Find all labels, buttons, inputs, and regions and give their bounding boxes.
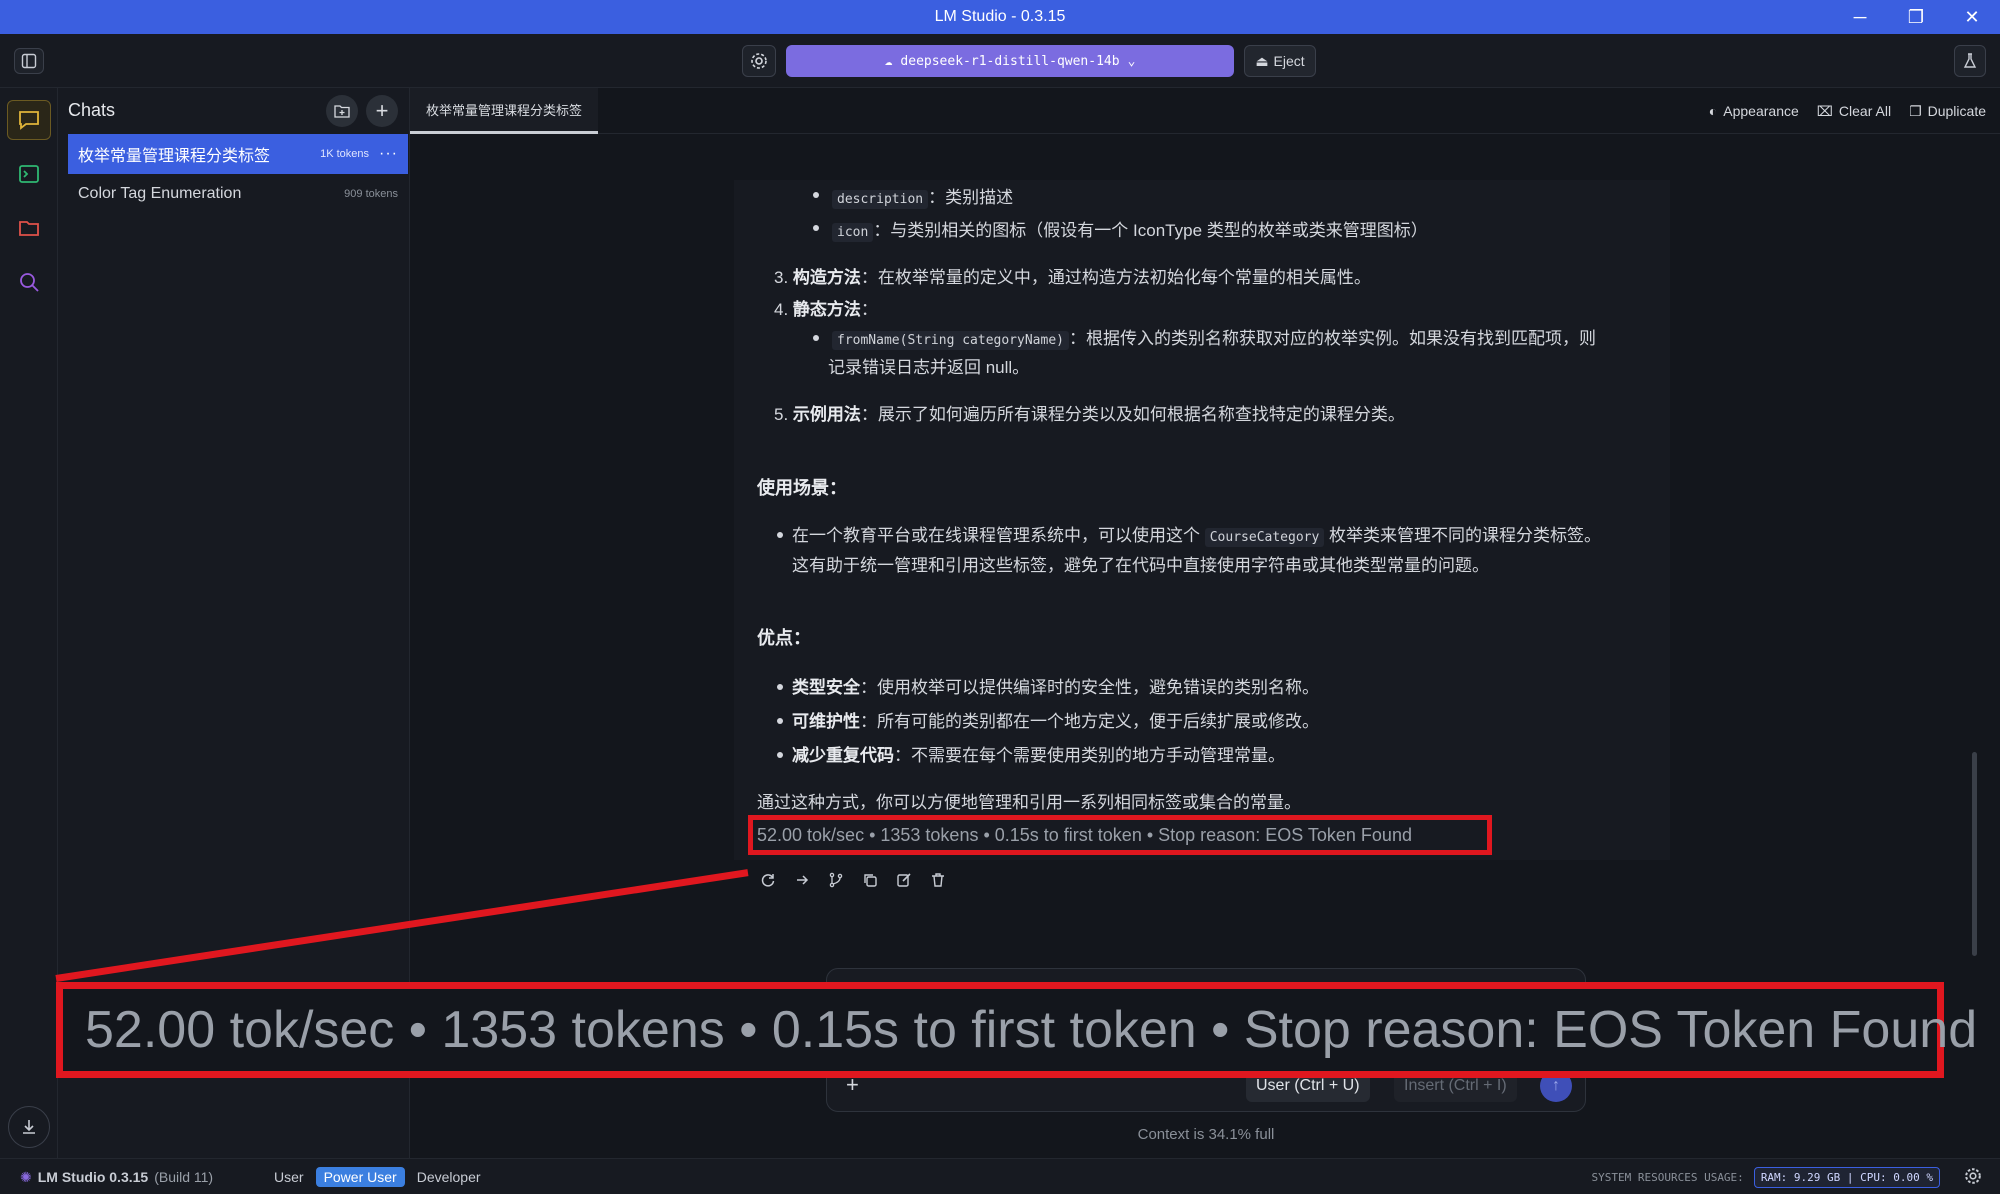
bullet: [777, 718, 783, 724]
bullet: [777, 684, 783, 690]
list-item: icon ：与类别相关的图标（假设有一个 IconType 类型的枚举或类来管理图…: [832, 216, 1428, 242]
appearance-button[interactable]: ◐ Appearance: [1709, 103, 1799, 119]
model-cloud-icon: ☁: [884, 53, 893, 69]
regenerate-icon[interactable]: [758, 870, 778, 890]
chat-item-tokens: 1K tokens: [320, 148, 370, 160]
settings-gear-icon[interactable]: [1964, 1167, 1982, 1188]
eject-button[interactable]: ⏏ Eject: [1244, 45, 1316, 77]
bullet: [813, 335, 819, 341]
list-item: 类型安全：使用枚举可以提供编译时的安全性，避免错误的类别名称。: [792, 678, 1319, 697]
list-item: fromName(String categoryName) ：根据传入的类别名称获…: [832, 324, 1596, 350]
chat-list-item[interactable]: Color Tag Enumeration 909 tokens: [68, 174, 408, 214]
chat-item-tokens: 909 tokens: [344, 188, 398, 200]
mode-power-user[interactable]: Power User: [315, 1167, 405, 1187]
list-item: 减少重复代码：不需要在每个需要使用类别的地方手动管理常量。: [792, 746, 1285, 765]
new-chat-button[interactable]: +: [366, 95, 398, 127]
chat-icon[interactable]: [7, 100, 51, 140]
tab-bar: 枚举常量管理课程分类标签 ◐ Appearance ⌧ Clear All ❐ Dup…: [410, 88, 2000, 134]
tab-current-chat[interactable]: 枚举常量管理课程分类标签: [410, 88, 598, 134]
window-title: LM Studio - 0.3.15: [934, 8, 1066, 25]
mode-developer[interactable]: Developer: [409, 1167, 489, 1187]
context-usage: Context is 34.1% full: [1137, 1126, 1275, 1143]
section-heading: 使用场景：: [757, 478, 847, 498]
title-bar: LM Studio - 0.3.15 ─ ❐ ✕: [0, 0, 2000, 34]
new-folder-button[interactable]: [326, 95, 358, 127]
continue-arrow-icon[interactable]: [792, 870, 812, 890]
search-icon[interactable]: [7, 262, 51, 302]
list-item: 5. 示例用法：展示了如何遍历所有课程分类以及如何根据名称查找特定的课程分类。: [774, 405, 1405, 424]
clear-all-button[interactable]: ⌧ Clear All: [1817, 103, 1891, 120]
chat-item-name: Color Tag Enumeration: [78, 185, 242, 202]
list-item-continuation: 这有助于统一管理和引用这些标签，避免了在代码中直接使用字符串或其他类型常量的问题…: [792, 556, 1489, 575]
assistant-message: description ：类别描述 icon ：与类别相关的图标（假设有一个 Ico…: [734, 180, 1670, 860]
sysres-value[interactable]: RAM: 9.29 GB | CPU: 0.00 %: [1753, 1166, 1940, 1188]
model-name: deepseek-r1-distill-qwen-14b: [900, 53, 1120, 69]
lab-flask-icon[interactable]: [1954, 45, 1986, 77]
list-item: description ：类别描述: [832, 183, 1013, 209]
copy-icon[interactable]: [860, 870, 880, 890]
top-toolbar: ☁ deepseek-r1-distill-qwen-14b ⌄ ⏏ Eject: [0, 34, 2000, 88]
closing-paragraph: 通过这种方式，你可以方便地管理和引用一系列相同标签或集合的常量。: [757, 793, 1301, 812]
list-item: 3. 构造方法：在枚举常量的定义中，通过构造方法初始化每个常量的相关属性。: [774, 268, 1371, 287]
terminal-icon[interactable]: [7, 154, 51, 194]
message-actions: [758, 870, 948, 890]
app-version: LM Studio 0.3.15: [37, 1169, 149, 1185]
section-heading: 优点：: [757, 628, 811, 648]
bullet: [813, 192, 819, 198]
clear-icon: ⌧: [1816, 102, 1833, 119]
download-icon[interactable]: [8, 1106, 50, 1148]
sidebar-toggle-icon[interactable]: [14, 48, 44, 74]
stats-zoom-callout: 52.00 tok/sec • 1353 tokens • 0.15s to f…: [56, 982, 1977, 1078]
bullet: [777, 752, 783, 758]
list-item: 可维护性：所有可能的类别都在一个地方定义，便于后续扩展或修改。: [792, 712, 1319, 731]
edit-icon[interactable]: [894, 870, 914, 890]
chevron-down-icon: ⌄: [1127, 53, 1136, 69]
list-item: 在一个教育平台或在线课程管理系统中，可以使用这个 CourseCategory …: [792, 526, 1602, 547]
model-selector[interactable]: ☁ deepseek-r1-distill-qwen-14b ⌄: [786, 45, 1234, 77]
minimize-icon[interactable]: ─: [1832, 0, 1888, 34]
list-item: 4. 静态方法：: [774, 300, 878, 319]
sysres-label: SYSTEM RESOURCES USAGE:: [1591, 1170, 1744, 1184]
close-icon[interactable]: ✕: [1944, 0, 2000, 34]
chats-title: Chats: [68, 100, 116, 120]
zoom-callout-text: 52.00 tok/sec • 1353 tokens • 0.15s to f…: [85, 1001, 1978, 1059]
duplicate-button[interactable]: ❐ Duplicate: [1909, 103, 1986, 120]
folder-icon[interactable]: [7, 208, 51, 248]
settings-gear-icon[interactable]: [742, 45, 776, 77]
stats-highlight-box: [748, 815, 1492, 855]
branch-icon[interactable]: [826, 870, 846, 890]
copy-icon: ❐: [1909, 102, 1922, 119]
mode-switcher: User Power User Developer: [266, 1159, 489, 1194]
eject-label: Eject: [1273, 53, 1305, 69]
chat-item-name: 枚举常量管理课程分类标签: [78, 148, 271, 165]
lm-studio-logo-icon: ✺: [20, 1168, 32, 1185]
chat-scrollbar[interactable]: [1972, 752, 1977, 956]
build-number: (Build 11): [154, 1169, 214, 1185]
more-options-icon[interactable]: ···: [379, 145, 398, 163]
chat-list-item[interactable]: 枚举常量管理课程分类标签 1K tokens ···: [68, 134, 408, 174]
mode-user[interactable]: User: [266, 1167, 312, 1187]
delete-icon[interactable]: [928, 870, 948, 890]
bullet: [813, 225, 819, 231]
eject-icon: ⏏: [1255, 52, 1269, 69]
left-rail: [0, 88, 58, 1158]
bullet: [777, 532, 783, 538]
status-bar: ✺ LM Studio 0.3.15 (Build 11) User Power…: [0, 1158, 2000, 1194]
list-item-continuation: 记录错误日志并返回 null。: [828, 358, 1030, 377]
palette-icon: ◐: [1708, 103, 1718, 119]
restore-icon[interactable]: ❐: [1888, 0, 1944, 34]
